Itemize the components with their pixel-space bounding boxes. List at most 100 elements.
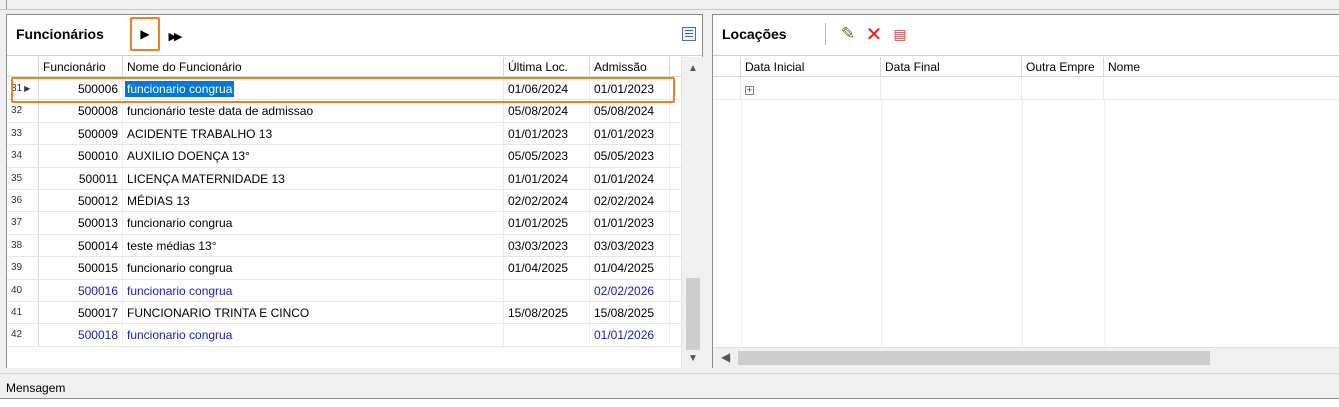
panel-splitter[interactable] (704, 14, 710, 368)
cell-admissao[interactable]: 05/08/2024 (590, 100, 670, 122)
delete-all-icon[interactable]: ▤ (890, 23, 910, 45)
cell-nome[interactable]: funcionario congrua (123, 324, 504, 346)
cell-nome[interactable]: funcionario congrua (123, 279, 504, 301)
table-row[interactable]: 31 ▶ 500006 funcionario congrua 01/06/202… (7, 78, 681, 101)
cell-ultima-loc[interactable]: 15/08/2025 (504, 301, 590, 324)
cell-admissao[interactable]: 02/02/2024 (590, 189, 670, 212)
cell-nome[interactable]: funcionario congrua (123, 257, 504, 279)
header-nome[interactable]: Nome (1104, 57, 1339, 76)
cell-nome[interactable]: funcionário teste data de admissao (123, 100, 504, 122)
table-row[interactable]: 33 500009 ACIDENTE TRABALHO 13 01/01/202… (7, 122, 681, 146)
cell-ultima-loc[interactable]: 05/08/2024 (504, 100, 590, 122)
new-record-row[interactable]: + (713, 78, 1339, 100)
cell-admissao[interactable]: 01/01/2024 (590, 167, 670, 189)
cell-funcionario[interactable]: 500013 (39, 212, 123, 234)
cell-ultima-loc[interactable]: 01/04/2025 (504, 257, 590, 279)
table-row[interactable]: 42 500018 funcionario congrua 01/01/2026 (7, 324, 681, 347)
cell-nome[interactable]: LICENÇA MATERNIDADE 13 (123, 167, 504, 189)
scroll-down-icon[interactable]: ▼ (682, 350, 704, 367)
table-row[interactable]: 34 500010 AUXILIO DOENÇA 13° 05/05/2023 … (7, 145, 681, 168)
cell-funcionario[interactable]: 500015 (39, 257, 123, 279)
cell-funcionario[interactable]: 500014 (39, 234, 123, 257)
cell-nome[interactable]: FUNCIONARIO TRINTA E CINCO (123, 301, 504, 324)
table-row[interactable]: 41 500017 FUNCIONARIO TRINTA E CINCO 15/… (7, 301, 681, 325)
scroll-up-icon[interactable]: ▲ (682, 60, 704, 77)
cell-outra-empresa[interactable] (1022, 78, 1104, 99)
cell-funcionario[interactable]: 500009 (39, 122, 123, 145)
table-row[interactable]: 32 500008 funcionário teste data de admi… (7, 100, 681, 123)
header-indicator-column (7, 57, 39, 76)
locacoes-grid-header: Data Inicial Data Final Outra Empre Nome (713, 57, 1339, 77)
cell-admissao[interactable]: 01/01/2026 (590, 324, 670, 346)
cell-ultima-loc[interactable]: 05/05/2023 (504, 145, 590, 167)
cell-admissao[interactable]: 01/01/2023 (590, 212, 670, 234)
cell-funcionario[interactable]: 500016 (39, 279, 123, 301)
top-strip-tick (6, 0, 7, 9)
header-data-final[interactable]: Data Final (881, 57, 1022, 76)
vertical-scrollbar[interactable]: ▲ ▼ (681, 57, 703, 368)
table-row[interactable]: 35 500011 LICENÇA MATERNIDADE 13 01/01/2… (7, 167, 681, 190)
cell-nome[interactable]: teste médias 13° (123, 234, 504, 257)
cell-funcionario[interactable]: 500008 (39, 100, 123, 122)
cell-ultima-loc[interactable]: 01/06/2024 (504, 78, 590, 100)
cell-funcionario[interactable]: 500012 (39, 189, 123, 212)
cell-nome[interactable]: ACIDENTE TRABALHO 13 (123, 122, 504, 145)
table-row[interactable]: 38 500014 teste médias 13° 03/03/2023 03… (7, 234, 681, 258)
cell-nome[interactable]: AUXILIO DOENÇA 13° (123, 145, 504, 167)
cell-ultima-loc[interactable]: 02/02/2024 (504, 189, 590, 212)
funcionarios-header: Funcionários ▶ ▶▶ (7, 15, 702, 56)
cell-admissao[interactable]: 01/04/2025 (590, 257, 670, 279)
cell-ultima-loc[interactable] (504, 324, 590, 346)
horizontal-scrollbar[interactable]: ◀ (713, 347, 1339, 368)
delete-icon[interactable]: ✕ (864, 23, 884, 46)
table-row[interactable]: 36 500012 MÉDIAS 13 02/02/2024 02/02/202… (7, 189, 681, 213)
cell-admissao[interactable]: 15/08/2025 (590, 301, 670, 324)
header-funcionario[interactable]: Funcionário (39, 57, 123, 76)
cell-nome[interactable]: funcionario congrua (123, 78, 504, 100)
table-row[interactable]: 39 500015 funcionario congrua 01/04/2025… (7, 257, 681, 280)
cell-funcionario[interactable]: 500017 (39, 301, 123, 324)
table-row[interactable]: 40 500016 funcionario congrua 02/02/2026 (7, 279, 681, 302)
scroll-left-icon[interactable]: ◀ (721, 350, 730, 364)
grid-rows: 31 ▶ 500006 funcionario congrua 01/06/202… (7, 78, 681, 347)
cell-ultima-loc[interactable]: 03/03/2023 (504, 234, 590, 257)
grid-settings-icon[interactable] (682, 27, 696, 41)
header-outra-empresa[interactable]: Outra Empre (1022, 57, 1104, 76)
cell-data-inicial[interactable]: + (741, 78, 881, 99)
current-row-icon: ▶ (24, 84, 31, 93)
cell-funcionario[interactable]: 500010 (39, 145, 123, 167)
header-admissao[interactable]: Admissão (590, 57, 670, 76)
cell-funcionario[interactable]: 500011 (39, 167, 123, 189)
column-divider (1104, 100, 1105, 346)
header-ultima-loc[interactable]: Última Loc. (504, 57, 590, 76)
edit-icon[interactable]: ✎ (838, 23, 858, 45)
cell-nome[interactable] (1104, 78, 1339, 99)
cell-ultima-loc[interactable]: 01/01/2023 (504, 122, 590, 145)
scroll-thumb[interactable] (738, 351, 1210, 365)
cell-nome-text: funcionario congrua (125, 81, 235, 97)
cell-nome[interactable]: MÉDIAS 13 (123, 189, 504, 212)
locacoes-title: Locações (722, 26, 787, 42)
scroll-thumb[interactable] (686, 278, 700, 350)
expand-icon[interactable]: + (745, 86, 754, 95)
cell-ultima-loc[interactable] (504, 279, 590, 301)
cell-admissao[interactable]: 01/01/2023 (590, 122, 670, 145)
cell-admissao[interactable]: 02/02/2026 (590, 279, 670, 301)
header-nome[interactable]: Nome do Funcionário (123, 57, 504, 76)
message-area[interactable] (0, 398, 1339, 407)
cell-admissao[interactable]: 03/03/2023 (590, 234, 670, 257)
next-record-button[interactable]: ▶ (130, 17, 160, 51)
cell-admissao[interactable]: 05/05/2023 (590, 145, 670, 167)
last-record-button[interactable]: ▶▶ (164, 25, 184, 49)
mensagem-label: Mensagem (6, 381, 66, 395)
cell-ultima-loc[interactable]: 01/01/2025 (504, 212, 590, 234)
cell-data-final[interactable] (881, 78, 1022, 99)
cell-ultima-loc[interactable]: 01/01/2024 (504, 167, 590, 189)
grid-header: Funcionário Nome do Funcionário Última L… (7, 57, 681, 77)
cell-admissao[interactable]: 01/01/2023 (590, 78, 670, 100)
header-data-inicial[interactable]: Data Inicial (741, 57, 881, 76)
table-row[interactable]: 37 500013 funcionario congrua 01/01/2025… (7, 212, 681, 235)
cell-nome[interactable]: funcionario congrua (123, 212, 504, 234)
cell-funcionario[interactable]: 500006 (39, 78, 123, 100)
cell-funcionario[interactable]: 500018 (39, 324, 123, 346)
